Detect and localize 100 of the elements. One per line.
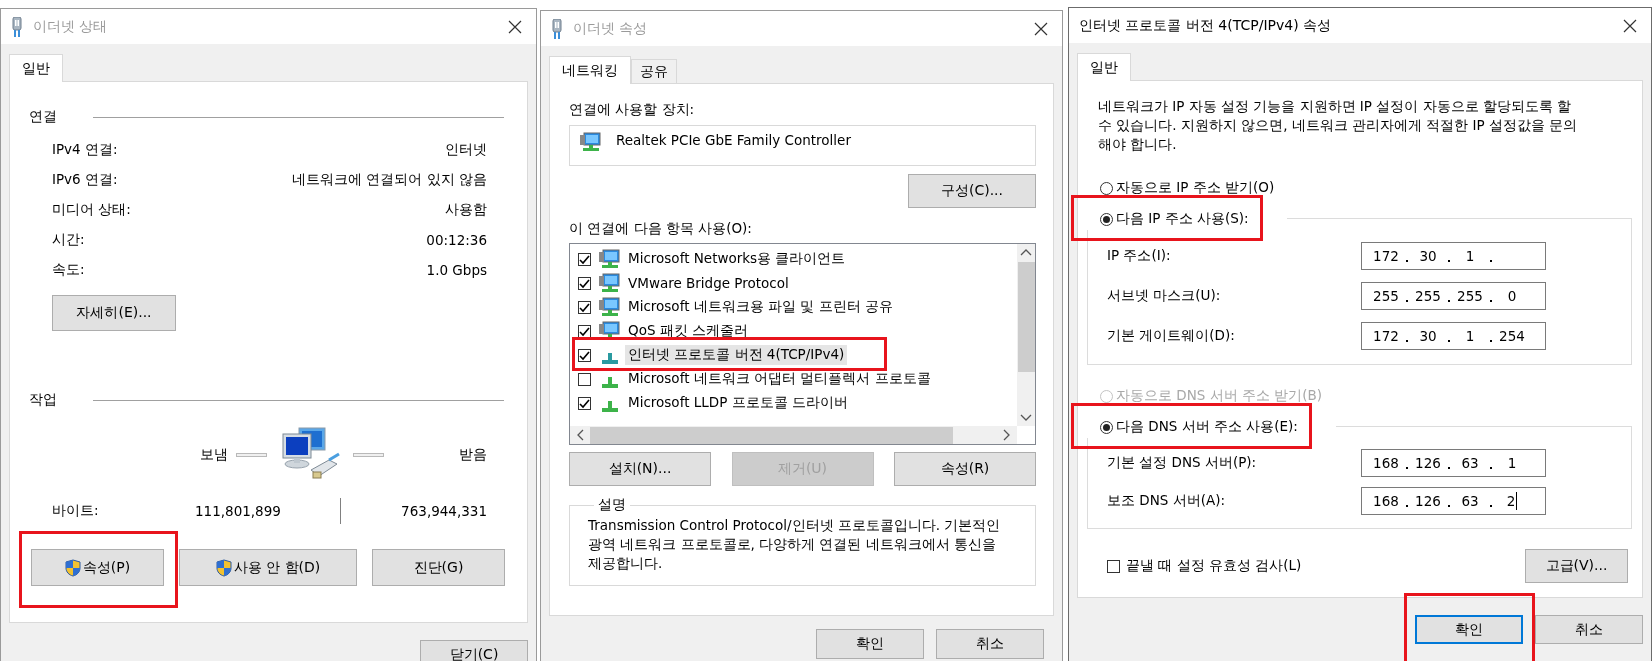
field-value: 사용함 [445,201,487,219]
radio-option[interactable]: 다음 DNS 서버 주소 사용(E): [1087,416,1298,438]
protocol-icon [602,400,618,412]
checkbox-option[interactable]: 끝낼 때 설정 유효성 검사(L) [1107,557,1302,575]
checkbox[interactable] [1107,559,1120,573]
ip-address-field[interactable]: 168 126 63 2 [1361,487,1546,515]
dialog-button[interactable]: 확인 [816,629,924,659]
dialog-button[interactable]: 자세히(E)... [52,295,176,331]
close-icon [508,19,522,34]
field-label: IPv6 연결: [52,171,118,189]
field-value: 763,944,331 [401,503,487,519]
dialog-button[interactable]: 속성(R) [894,452,1036,486]
check-icon [579,349,590,361]
dialog-button[interactable]: 확인 [1415,615,1523,644]
dialog-button[interactable]: 구성(C)... [908,174,1036,208]
shield-icon [215,558,232,577]
field-value: 인터넷 [445,141,487,159]
field-label: 이 연결에 다음 항목 사용(O): [569,220,753,238]
radio-option[interactable]: 자동으로 IP 주소 받기(O) [1087,177,1632,199]
field-label: 연결에 사용할 장치: [569,101,696,119]
list-item[interactable]: QoS 패킷 스케줄러 [625,321,752,341]
vertical-scrollbar[interactable] [1017,244,1035,426]
network-adapter-icon [580,132,602,152]
check-icon [579,397,590,409]
list-item[interactable]: Microsoft 네트워크 어댑터 멀티플렉서 프로토콜 [625,369,934,389]
checkbox[interactable] [578,324,591,338]
field-label: 기본 게이트웨이(D): [1107,327,1235,345]
device-name: Realtek PCIe GbE Family Controller [616,132,851,148]
check-icon [579,325,590,337]
check-icon [579,301,590,313]
protocol-icon [602,352,618,364]
list-item[interactable]: Microsoft LLDP 프로토콜 드라이버 [625,393,851,413]
field-label: 기본 설정 DNS 서버(P): [1107,454,1257,472]
scroll-right-icon [1003,429,1011,441]
list-item[interactable]: VMware Bridge Protocol [625,274,792,292]
tab[interactable]: 네트워킹 [549,56,631,84]
scrollbar-thumb[interactable] [590,426,953,444]
field-label: 미디어 상태: [52,201,131,219]
window-title: 인터넷 프로토콜 버전 4(TCP/IPv4) 속성 [1079,16,1333,35]
protocol-icon [602,376,618,388]
checkbox[interactable] [578,372,591,386]
field-value: 1.0 Gbps [426,262,487,278]
check-icon [579,277,590,289]
tab[interactable]: 공유 [631,59,677,83]
computer-icon [599,297,621,317]
description-text: 네트워크가 IP 자동 설정 기능을 지원하면 IP 설정이 자동으로 할당되도록 할 수 있습니다. 지원하지 않으면, 네트워크 관리자에게 적절한 IP 설정값을 문의해야 합니다. [1097,97,1579,154]
tab[interactable]: 일반 [9,54,63,82]
tab[interactable]: 일반 [1077,53,1131,81]
list-item[interactable]: 인터넷 프로토콜 버전 4(TCP/IPv4) [625,345,848,365]
plug-icon [11,16,23,37]
field-label: 서브넷 마스크(U): [1107,287,1221,305]
horizontal-scrollbar[interactable] [570,426,1017,444]
field-label: 시간: [52,231,85,249]
window-title: 이더넷 상태 [33,17,109,36]
checkbox[interactable] [578,276,591,290]
ip-address-field[interactable]: 172 30 1 [1361,242,1546,270]
list-item[interactable]: Microsoft Networks용 클라이언트 [625,249,849,269]
plug-icon [551,18,563,39]
dialog-button[interactable]: 닫기(C) [420,640,528,661]
radio-option[interactable]: 다음 IP 주소 사용(S): [1087,208,1249,230]
dialog-button[interactable]: 사용 안 함(D) [179,549,357,586]
description-text: Transmission Control Protocol/인터넷 프로토콜입니다. 기본적인 광역 네트워크 프로토콜로, 다양하게 연결된 네트워크에서 통신을 제공합니다. [588,516,1002,573]
dialog-button[interactable]: 설치(N)... [569,452,711,486]
scrollbar-thumb[interactable] [1017,262,1035,372]
checkbox[interactable] [578,252,591,266]
field-label: 바이트: [52,502,100,520]
section-heading: 설명 [597,496,627,514]
checkbox[interactable] [578,348,591,362]
field-label: IPv4 연결: [52,141,118,159]
shield-icon [64,558,81,577]
field-label: IP 주소(I): [1107,247,1171,265]
checkbox[interactable] [578,300,591,314]
field-value: 111,801,899 [195,503,279,519]
close-icon [1034,21,1048,36]
scroll-up-icon [1020,248,1032,256]
dialog-button[interactable]: 진단(G) [372,549,505,586]
section-heading: 작업 [29,391,58,409]
field-label: 속도: [52,261,85,279]
section-heading: 연결 [29,108,58,126]
ip-address-field[interactable]: 172 30 1 254 [1361,322,1546,350]
list-item[interactable]: Microsoft 네트워크용 파일 및 프린터 공유 [625,297,896,317]
scroll-left-icon [576,429,584,441]
dialog-button[interactable]: 취소 [1535,615,1643,644]
dialog-button[interactable]: 속성(P) [31,549,164,586]
checkbox[interactable] [578,396,591,410]
ip-address-field[interactable]: 168 126 63 1 [1361,449,1546,477]
scroll-down-icon [1020,414,1032,422]
computer-icon [599,273,621,293]
check-icon [579,253,590,265]
field-value: 네트워크에 연결되어 있지 않음 [292,171,487,189]
close-icon [1623,18,1637,33]
field-label: 보조 DNS 서버(A): [1107,492,1225,510]
computer-icon [599,249,621,269]
dialog-button[interactable]: 취소 [936,629,1044,659]
column-label: 보냄 [200,446,228,464]
dialog-button[interactable]: 고급(V)... [1525,549,1628,583]
ip-address-field[interactable]: 255 255 255 0 [1361,282,1546,310]
column-label: 받음 [459,446,487,464]
window-title: 이더넷 속성 [573,19,649,38]
field-value: 00:12:36 [426,232,487,248]
